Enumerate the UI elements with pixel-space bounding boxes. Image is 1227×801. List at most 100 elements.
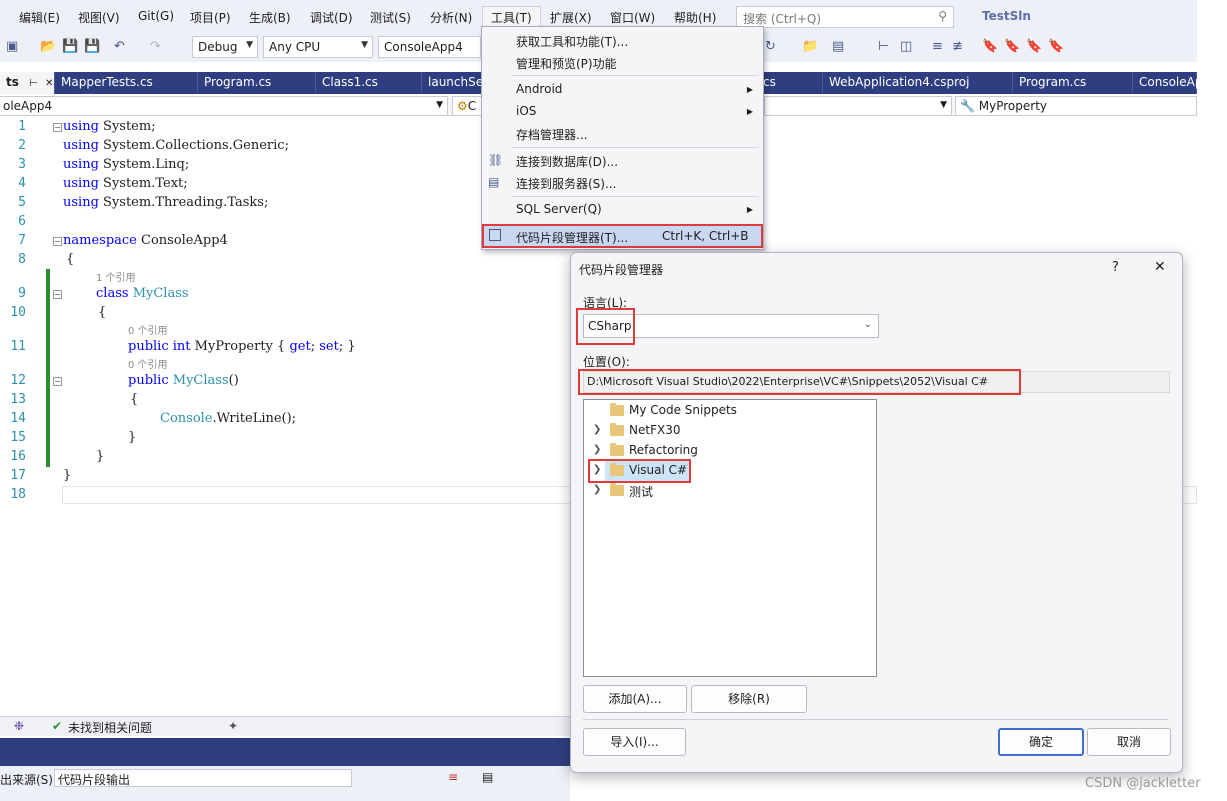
tab-program[interactable]: Program.cs bbox=[198, 72, 316, 94]
member-nav-select[interactable]: 🔧 MyProperty bbox=[955, 96, 1197, 116]
expand-icon[interactable]: ❯ bbox=[593, 444, 601, 455]
open-folder-icon[interactable]: 📂 bbox=[40, 39, 56, 54]
code-line: } bbox=[63, 468, 72, 483]
menu-item-snippets-manager[interactable]: 代码片段管理器(T)... Ctrl+K, Ctrl+B bbox=[482, 224, 763, 248]
platform-select[interactable]: Any CPU ▼ bbox=[263, 36, 373, 58]
menu-help[interactable]: 帮助(H) bbox=[674, 9, 716, 26]
ok-button[interactable]: 确定 bbox=[998, 728, 1084, 756]
split-icon[interactable]: ◫ bbox=[900, 39, 912, 54]
expand-icon[interactable]: ❯ bbox=[593, 484, 601, 495]
save-all-icon[interactable]: 💾 bbox=[84, 39, 100, 54]
snippets-label: 代码片段管理器(T)... bbox=[516, 231, 629, 245]
code-text: System.Text; bbox=[98, 176, 188, 191]
snippet-folder-tree[interactable]: My Code Snippets ❯ NetFX30 ❯ Refactoring… bbox=[583, 399, 877, 677]
tab-consoleapp[interactable]: ConsoleAp bbox=[1133, 72, 1202, 94]
collapse-icon[interactable]: − bbox=[53, 123, 62, 132]
line-number: 4 bbox=[18, 176, 26, 191]
wrap-icon[interactable]: ▤ bbox=[482, 770, 493, 784]
cleanup-icon[interactable]: ✦ bbox=[228, 719, 238, 733]
menu-separator bbox=[512, 196, 759, 197]
close-button[interactable]: ✕ bbox=[1154, 259, 1166, 275]
menu-build[interactable]: 生成(B) bbox=[249, 9, 291, 26]
tree-item-my-code-snippets[interactable]: My Code Snippets bbox=[584, 401, 876, 421]
line-number: 1 bbox=[18, 119, 26, 134]
clear-bookmark-icon[interactable]: 🔖 bbox=[1048, 39, 1064, 54]
tab-mappertests[interactable]: MapperTests.cs bbox=[55, 72, 198, 94]
config-select[interactable]: Debug ▼ bbox=[192, 36, 258, 58]
clear-output-icon[interactable]: ≡ bbox=[448, 770, 458, 784]
pin-icon[interactable]: ⊢ bbox=[29, 78, 38, 89]
tree-item-test[interactable]: ❯ 测试 bbox=[584, 481, 876, 501]
change-indicator bbox=[46, 269, 50, 467]
tab-program-2[interactable]: Program.cs bbox=[1013, 72, 1133, 94]
intellicode-icon[interactable]: ❉ bbox=[14, 719, 24, 733]
menu-extensions[interactable]: 扩展(X) bbox=[550, 9, 592, 26]
tab-webapp-csproj[interactable]: WebApplication4.csproj bbox=[823, 72, 1013, 94]
save-icon[interactable]: 💾 bbox=[62, 39, 78, 54]
project-select[interactable]: ConsoleApp4 bbox=[378, 36, 481, 58]
new-project-icon[interactable]: ▣ bbox=[6, 39, 18, 54]
refresh-icon[interactable]: ↻ bbox=[765, 39, 776, 54]
align-icon[interactable]: ⊢ bbox=[878, 39, 889, 54]
reference-count[interactable]: 1 个引用 bbox=[96, 269, 136, 284]
menu-item-sql-server[interactable]: SQL Server(Q) bbox=[516, 202, 602, 216]
menu-edit[interactable]: 编辑(E) bbox=[19, 9, 60, 26]
menu-item-manage-preview[interactable]: 管理和预览(P)功能 bbox=[516, 55, 617, 72]
menu-git[interactable]: Git(G) bbox=[138, 9, 174, 23]
keyword: using bbox=[63, 119, 99, 134]
menu-item-connect-db[interactable]: 连接到数据库(D)... bbox=[516, 153, 618, 170]
menu-test[interactable]: 测试(S) bbox=[370, 9, 411, 26]
line-number: 6 bbox=[18, 214, 26, 229]
project-nav-select[interactable]: oleApp4 ▼ bbox=[0, 96, 448, 116]
tab-launchsettings[interactable]: launchSet bbox=[422, 72, 488, 94]
menu-item-archive[interactable]: 存档管理器... bbox=[516, 126, 587, 143]
tab-cs[interactable]: cs bbox=[757, 72, 823, 94]
uncomment-icon[interactable]: ≢ bbox=[952, 39, 963, 54]
code-line: using System.Threading.Tasks; bbox=[63, 195, 268, 210]
code-line: using System.Collections.Generic; bbox=[63, 138, 289, 153]
tab-class1[interactable]: Class1.cs bbox=[316, 72, 422, 94]
reference-count[interactable]: 0 个引用 bbox=[128, 356, 168, 371]
code-text: System.Linq; bbox=[98, 157, 190, 172]
menu-item-connect-server[interactable]: 连接到服务器(S)... bbox=[516, 175, 616, 192]
folder-icon[interactable]: 📁 bbox=[802, 39, 818, 54]
collapse-icon[interactable]: − bbox=[53, 377, 62, 386]
menu-project[interactable]: 项目(P) bbox=[190, 9, 231, 26]
help-button[interactable]: ? bbox=[1112, 260, 1119, 275]
remove-button[interactable]: 移除(R) bbox=[691, 685, 807, 713]
collapse-icon[interactable]: − bbox=[53, 290, 62, 299]
collapse-icon[interactable]: − bbox=[53, 237, 62, 246]
import-button[interactable]: 导入(I)... bbox=[583, 728, 686, 756]
menu-item-ios[interactable]: iOS bbox=[516, 104, 536, 118]
tab-active[interactable]: ts ⊢ ✕ bbox=[0, 72, 55, 94]
output-source-select[interactable]: 代码片段输出 bbox=[54, 769, 352, 787]
prev-bookmark-icon[interactable]: 🔖 bbox=[1004, 39, 1020, 54]
next-bookmark-icon[interactable]: 🔖 bbox=[1026, 39, 1042, 54]
search-input[interactable]: 搜索 (Ctrl+Q) ⚲ bbox=[736, 6, 954, 28]
snippets-manager-dialog: 代码片段管理器 ? ✕ 语言(L): CSharp ⌄ 位置(O): D:\Mi… bbox=[570, 252, 1183, 773]
keyword: get bbox=[289, 339, 311, 354]
member-middle-select[interactable]: ▼ bbox=[764, 96, 952, 116]
menu-analyze[interactable]: 分析(N) bbox=[430, 9, 472, 26]
issues-status[interactable]: 未找到相关问题 bbox=[68, 719, 152, 736]
divider bbox=[583, 719, 1168, 720]
class-nav-select[interactable]: ⚙C bbox=[452, 96, 482, 116]
cancel-button[interactable]: 取消 bbox=[1087, 728, 1171, 756]
menu-item-get-tools[interactable]: 获取工具和功能(T)... bbox=[516, 33, 628, 50]
menu-view[interactable]: 视图(V) bbox=[78, 9, 120, 26]
redo-icon[interactable]: ↷ bbox=[150, 39, 161, 54]
menu-debug[interactable]: 调试(D) bbox=[310, 9, 353, 26]
add-button[interactable]: 添加(A)... bbox=[583, 685, 687, 713]
tree-item-netfx30[interactable]: ❯ NetFX30 bbox=[584, 421, 876, 441]
menu-item-android[interactable]: Android bbox=[516, 82, 562, 96]
highlight-box bbox=[588, 459, 691, 483]
bookmark-icon[interactable]: 🔖 bbox=[982, 39, 998, 54]
expand-icon[interactable]: ❯ bbox=[593, 424, 601, 435]
reference-count[interactable]: 0 个引用 bbox=[128, 322, 168, 337]
close-icon[interactable]: ✕ bbox=[45, 78, 53, 89]
comment-icon[interactable]: ≡ bbox=[932, 39, 943, 54]
tree-item-refactoring[interactable]: ❯ Refactoring bbox=[584, 441, 876, 461]
menu-window[interactable]: 窗口(W) bbox=[610, 9, 655, 26]
layout-icon[interactable]: ▤ bbox=[832, 39, 844, 54]
undo-icon[interactable]: ↶ bbox=[114, 39, 125, 54]
